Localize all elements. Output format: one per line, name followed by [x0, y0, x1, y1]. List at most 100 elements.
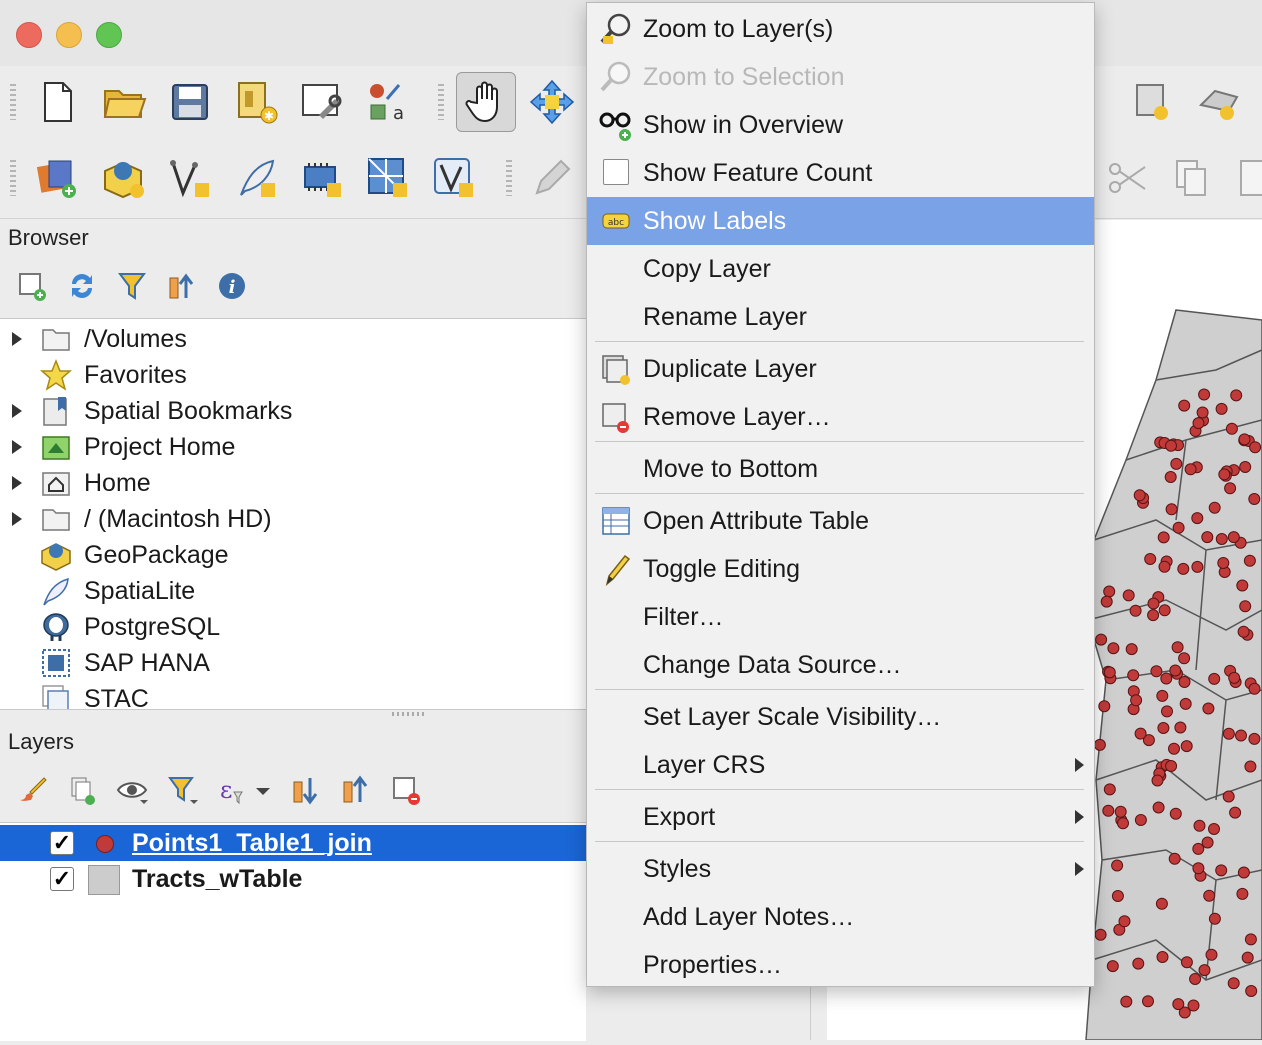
expand-arrow-icon[interactable] — [12, 332, 22, 346]
map-point-feature — [1178, 676, 1191, 688]
browser-item-spatialite[interactable]: SpatiaLite — [0, 573, 586, 609]
panel-splitter-handle[interactable] — [392, 712, 424, 716]
properties-widget-button[interactable]: i — [214, 268, 250, 304]
toolbar-grip[interactable] — [10, 84, 16, 120]
close-window-button[interactable] — [16, 22, 42, 48]
menu-item-label: Show Labels — [643, 206, 787, 235]
menu-item-zoom-to-layers[interactable]: Zoom to Layer(s) — [587, 5, 1094, 53]
collapse-all-button[interactable] — [164, 268, 200, 304]
menu-item-export[interactable]: Export — [587, 793, 1094, 841]
open-project-button[interactable] — [100, 78, 148, 126]
map-point-feature — [1094, 928, 1107, 941]
new-spatialite-layer-button[interactable] — [232, 154, 280, 202]
zoom-window-button[interactable] — [96, 22, 122, 48]
refresh-button[interactable] — [64, 268, 100, 304]
expression-dropdown-button[interactable] — [252, 772, 274, 808]
remove-layer-button[interactable] — [388, 772, 424, 808]
new-mesh-layer-button[interactable] — [364, 154, 412, 202]
menu-item-styles[interactable]: Styles — [587, 845, 1094, 893]
data-source-manager-button[interactable] — [34, 154, 82, 202]
toolbar-hidden-button-b[interactable] — [1196, 78, 1244, 126]
toolbar-hidden-button-a[interactable] — [1130, 78, 1178, 126]
new-shapefile-layer-button[interactable] — [166, 154, 214, 202]
menu-item-set-layer-scale-visibility[interactable]: Set Layer Scale Visibility… — [587, 693, 1094, 741]
cut-features-button[interactable] — [1104, 154, 1152, 202]
map-point-feature — [1142, 995, 1154, 1008]
open-layer-styling-button[interactable] — [14, 772, 50, 808]
map-point-feature — [1236, 887, 1249, 900]
menu-item-move-to-bottom[interactable]: Move to Bottom — [587, 445, 1094, 493]
layer-context-menu[interactable]: Zoom to Layer(s) Zoom to Selection Show … — [586, 2, 1095, 987]
expand-arrow-icon[interactable] — [12, 512, 22, 526]
menu-item-show-labels[interactable]: abc Show Labels — [587, 197, 1094, 245]
pan-map-button[interactable] — [456, 72, 516, 132]
minimize-window-button[interactable] — [56, 22, 82, 48]
toolbar-grip[interactable] — [10, 160, 16, 196]
menu-item-add-layer-notes[interactable]: Add Layer Notes… — [587, 893, 1094, 941]
new-project-button[interactable] — [34, 78, 82, 126]
layout-manager-button[interactable] — [298, 78, 346, 126]
browser-item-favorites[interactable]: Favorites — [0, 357, 586, 393]
toggle-editing-toolbar-button[interactable] — [526, 154, 574, 202]
new-print-layout-button[interactable]: ✱ — [232, 78, 280, 126]
add-selected-layers-button[interactable] — [14, 268, 50, 304]
browser-item-stac[interactable]: STAC — [0, 681, 586, 709]
browser-item-sap-hana[interactable]: SAP HANA — [0, 645, 586, 681]
new-virtual-layer-button[interactable] — [298, 154, 346, 202]
browser-item-macintosh-hd[interactable]: / (Macintosh HD) — [0, 501, 586, 537]
filter-by-expression-button[interactable]: ε — [214, 772, 250, 808]
menu-item-filter[interactable]: Filter… — [587, 593, 1094, 641]
layer-visibility-checkbox[interactable]: ✓ — [50, 867, 74, 891]
toolbar-grip[interactable] — [506, 160, 512, 196]
layers-tree[interactable]: ✓ Points1_Table1_join ✓ Tracts_wTable — [0, 822, 586, 1041]
menu-item-remove-layer[interactable]: Remove Layer… — [587, 393, 1094, 441]
paste-features-button[interactable] — [1230, 154, 1262, 202]
menu-item-change-data-source[interactable]: Change Data Source… — [587, 641, 1094, 689]
menu-item-duplicate-layer[interactable]: Duplicate Layer — [587, 345, 1094, 393]
expand-arrow-icon[interactable] — [12, 440, 22, 454]
map-point-feature — [1133, 489, 1146, 502]
toolbar-grip[interactable] — [438, 84, 444, 120]
menu-item-rename-layer[interactable]: Rename Layer — [587, 293, 1094, 341]
collapse-all-layers-button[interactable] — [338, 772, 374, 808]
menu-item-show-feature-count[interactable]: Show Feature Count — [587, 149, 1094, 197]
menu-item-copy-layer[interactable]: Copy Layer — [587, 245, 1094, 293]
menu-item-label: Export — [643, 802, 716, 831]
layer-row-tracts-wtable[interactable]: ✓ Tracts_wTable — [0, 861, 586, 897]
menu-item-properties[interactable]: Properties… — [587, 941, 1094, 989]
pan-to-selection-button[interactable] — [528, 78, 576, 126]
save-project-button[interactable] — [166, 78, 214, 126]
menu-item-show-in-overview[interactable]: Show in Overview — [587, 101, 1094, 149]
browser-item-volumes[interactable]: /Volumes — [0, 321, 586, 357]
browser-item-home[interactable]: Home — [0, 465, 586, 501]
filter-browser-button[interactable] — [114, 268, 150, 304]
checkbox-icon[interactable] — [603, 159, 629, 185]
style-manager-button[interactable]: a — [362, 78, 410, 126]
browser-item-geopackage[interactable]: GeoPackage — [0, 537, 586, 573]
browser-item-postgresql[interactable]: PostgreSQL — [0, 609, 586, 645]
menu-item-zoom-to-selection[interactable]: Zoom to Selection — [587, 53, 1094, 101]
new-geopackage-layer-button[interactable] — [100, 154, 148, 202]
manage-map-themes-button[interactable] — [114, 772, 150, 808]
map-splitter[interactable] — [810, 980, 827, 1040]
copy-features-button[interactable] — [1168, 154, 1216, 202]
new-temporary-layer-button[interactable] — [430, 154, 478, 202]
layer-visibility-checkbox[interactable]: ✓ — [50, 831, 74, 855]
expand-arrow-icon[interactable] — [12, 476, 22, 490]
browser-item-spatial-bookmarks[interactable]: Spatial Bookmarks — [0, 393, 586, 429]
add-group-button[interactable] — [64, 772, 100, 808]
layer-row-points1-table1-join[interactable]: ✓ Points1_Table1_join — [0, 825, 586, 861]
copy-icon — [1176, 160, 1206, 196]
menu-item-open-attribute-table[interactable]: Open Attribute Table — [587, 497, 1094, 545]
map-point-feature — [1168, 852, 1181, 865]
map-point-feature — [1222, 790, 1235, 803]
menu-item-label: Zoom to Layer(s) — [643, 14, 834, 43]
expand-arrow-icon[interactable] — [12, 404, 22, 418]
menu-item-toggle-editing[interactable]: Toggle Editing — [587, 545, 1094, 593]
menu-item-layer-crs[interactable]: Layer CRS — [587, 741, 1094, 789]
browser-tree[interactable]: /Volumes Favorites Spatial Bookmarks Pro… — [0, 318, 586, 710]
filter-legend-button[interactable] — [164, 772, 200, 808]
expand-all-button[interactable] — [288, 772, 324, 808]
browser-item-project-home[interactable]: Project Home — [0, 429, 586, 465]
filter-icon — [118, 273, 146, 300]
